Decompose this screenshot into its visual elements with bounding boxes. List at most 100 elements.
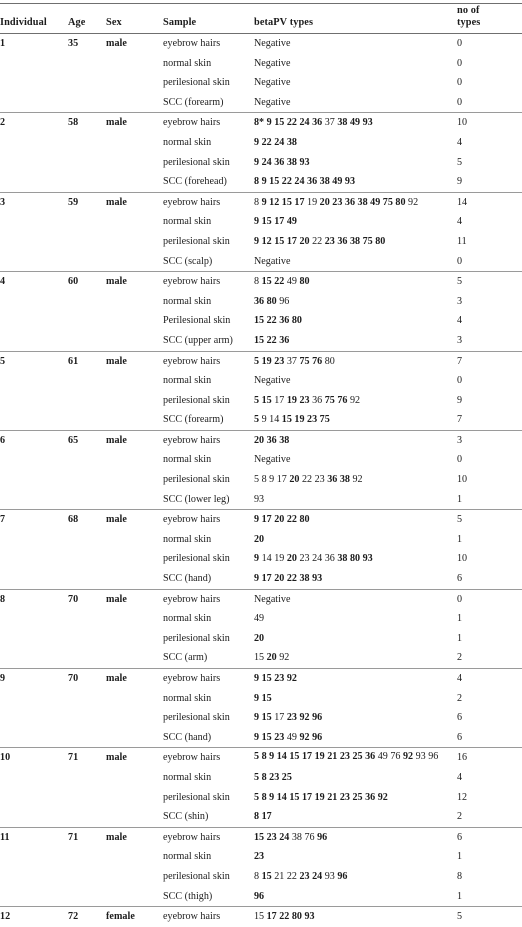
betapv-type-token: 9 — [261, 414, 267, 426]
cell-age — [68, 629, 106, 649]
betapv-type-token: 23 — [339, 791, 350, 803]
cell-individual: 6 — [0, 429, 68, 451]
cell-betapv-types: Negative — [254, 371, 456, 391]
betapv-type-token: 15 — [261, 216, 272, 228]
betapv-type-token: Negative — [254, 593, 291, 605]
cell-betapv-types: 9 15 23 49 92 96 — [254, 728, 456, 748]
betapv-type-token: 22 — [286, 573, 297, 585]
cell-age — [68, 788, 106, 808]
betapv-type-token: 19 — [294, 414, 305, 426]
cell-betapv-types: 8 17 — [254, 807, 456, 827]
betapv-type-token: 8* — [254, 117, 265, 129]
betapv-type-token: 93 — [304, 911, 315, 923]
cell-individual — [0, 689, 68, 709]
table-row: SCC (upper arm) 15 22 36 3 — [0, 331, 522, 351]
cell-age — [68, 292, 106, 312]
cell-sex: male — [106, 667, 163, 689]
cell-betapv-types: 15 23 24 38 76 96 — [254, 826, 456, 848]
betapv-type-token: Negative — [254, 454, 291, 466]
betapv-type-token: 9 — [254, 712, 260, 724]
cell-age — [68, 708, 106, 728]
table-row: SCC (scalp) Negative 0 — [0, 252, 522, 272]
cell-individual: 4 — [0, 271, 68, 292]
betapv-type-token: 9 — [254, 573, 260, 585]
betapv-type-token: 92 — [377, 791, 388, 803]
betapv-type-token: 5 — [254, 394, 260, 406]
cell-no-of-types: 4 — [456, 667, 522, 689]
betapv-type-token: 22 — [261, 136, 272, 148]
betapv-type-token: 92 — [352, 474, 363, 486]
table-row: normal skin 9 15 17 49 4 — [0, 212, 522, 232]
betapv-type-token: Negative — [254, 38, 291, 49]
cell-sex — [106, 133, 163, 153]
betapv-type-token: 20 — [286, 553, 297, 565]
cell-betapv-types: 5 8 9 17 20 22 23 36 38 92 — [254, 470, 456, 490]
betapv-type-token: 12 — [269, 196, 280, 208]
cell-individual — [0, 609, 68, 629]
betapv-type-token: 38 — [339, 474, 350, 486]
betapv-type-token: 93 — [312, 573, 323, 585]
cell-sex — [106, 887, 163, 907]
betapv-type-token: 49 — [332, 176, 343, 188]
cell-no-of-types: 10 — [456, 112, 522, 133]
betapv-type-token: 80 — [349, 553, 361, 565]
table-row: normal skin 9 15 2 — [0, 689, 522, 709]
betapv-type-token: 25 — [352, 751, 363, 763]
table-row: perilesional skin 20 1 — [0, 629, 522, 649]
cell-individual — [0, 133, 68, 153]
cell-age — [68, 232, 106, 252]
betapv-type-token: 23 — [324, 235, 335, 247]
betapv-type-token: 19 — [307, 196, 318, 208]
cell-sample: SCC (hand) — [163, 731, 212, 743]
betapv-type-token: 20 — [299, 235, 310, 247]
cell-no-of-types: 0 — [457, 255, 463, 267]
cell-individual: 2 — [0, 112, 68, 133]
betapv-type-token: 17 — [286, 235, 297, 247]
cell-no-of-types: 3 — [456, 429, 522, 451]
betapv-type-token: 9 — [254, 136, 260, 148]
betapv-type-token: 80 — [266, 295, 277, 307]
table-row: 3 59 male eyebrow hairs 8 9 12 15 17 19 20 2… — [0, 191, 522, 213]
cell-betapv-types: 8 15 21 22 23 24 93 96 — [254, 867, 456, 887]
table-row: 7 68 male eyebrow hairs 9 17 20 22 80 5 — [0, 509, 522, 530]
betapv-type-token: 17 — [301, 791, 313, 803]
cell-no-of-types: 10 — [457, 474, 468, 486]
cell-sample: normal skin — [163, 295, 212, 307]
betapv-type-token: 38 — [299, 573, 310, 585]
cell-betapv-types: 5 19 23 37 75 76 80 — [254, 350, 456, 372]
betapv-type-token: 23 — [266, 831, 277, 843]
cell-betapv-types: 9 15 23 92 — [254, 667, 456, 689]
cell-age — [68, 371, 106, 391]
cell-no-of-types: 1 — [457, 890, 463, 902]
cell-age — [68, 450, 106, 470]
table-row: perilesional skin 5 8 9 17 20 22 23 36 38… — [0, 470, 522, 490]
betapv-type-token: 22 — [266, 334, 277, 346]
betapv-type-token: 36 — [344, 196, 355, 208]
betapv-type-token: 92 — [349, 394, 361, 406]
betapv-type-token: 23 — [299, 394, 310, 406]
betapv-type-token: 96 — [254, 890, 265, 902]
table-row: 10 71 male eyebrow hairs 5 8 9 14 15 17 19 2… — [0, 747, 522, 768]
betapv-type-token: 5 — [254, 474, 260, 486]
betapv-type-token: 22 — [266, 315, 277, 327]
betapv-type-token: 9 — [269, 791, 275, 803]
betapv-type-token: 80 — [375, 235, 386, 247]
table-row: SCC (lower leg) 93 1 — [0, 490, 522, 510]
cell-age — [68, 728, 106, 748]
betapv-type-token: 23 — [286, 712, 297, 724]
cell-sex — [106, 410, 163, 430]
table-row: 8 70 male eyebrow hairs Negative 0 — [0, 588, 522, 610]
cell-no-of-types: 2 — [457, 652, 463, 664]
betapv-type-token: 93 — [362, 553, 373, 565]
betapv-type-token: 36 — [365, 791, 376, 803]
betapv-type-token: 5 — [254, 771, 260, 783]
betapv-type-token: 15 — [289, 751, 300, 763]
cell-age — [68, 689, 106, 709]
betapv-type-token: 17 — [274, 216, 285, 228]
cell-sex: male — [106, 429, 163, 451]
betapv-type-token: 37 — [324, 117, 335, 129]
cell-individual — [0, 648, 68, 668]
cell-individual — [0, 569, 68, 589]
cell-age: 70 — [68, 588, 106, 610]
table-row: normal skin 23 1 — [0, 847, 522, 867]
